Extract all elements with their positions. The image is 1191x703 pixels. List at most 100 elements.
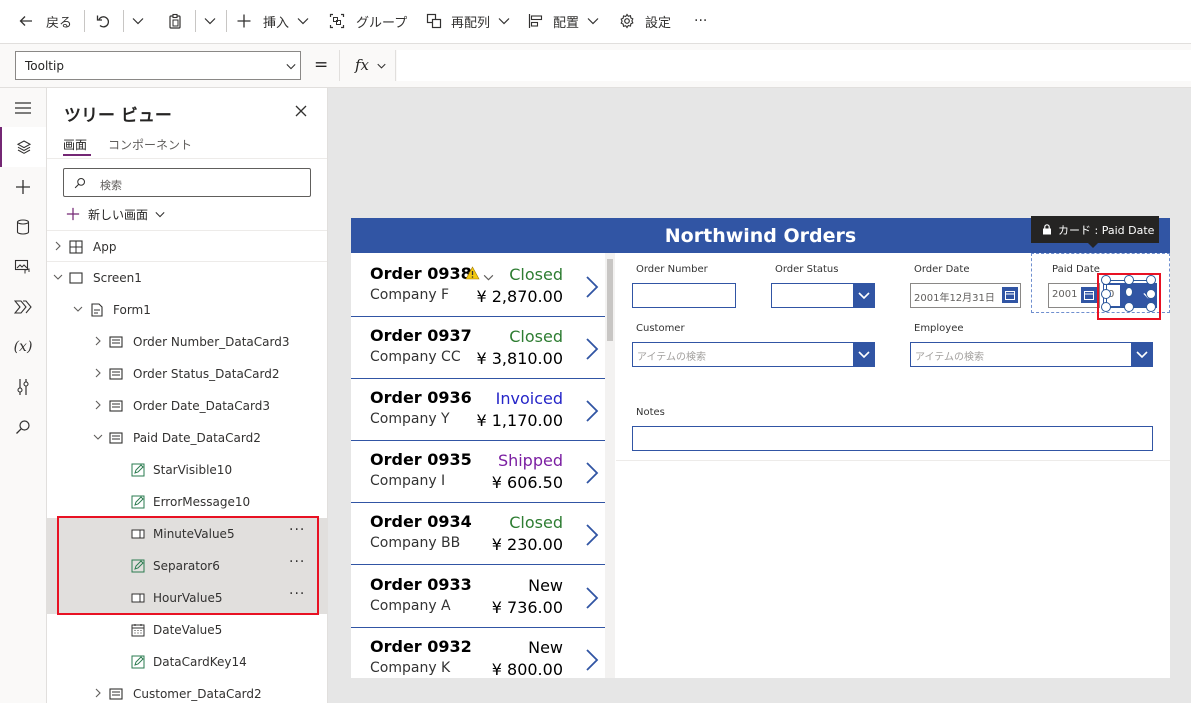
chevron-right-icon[interactable] [93, 368, 103, 378]
group-button[interactable]: グループ [329, 0, 407, 42]
property-dropdown[interactable]: Tooltip [15, 51, 301, 80]
tree-item-label: StarVisible10 [153, 463, 233, 477]
advanced-tools-rail-button[interactable] [0, 367, 46, 407]
chevron-down-icon [498, 18, 510, 25]
left-rail: (x) [0, 88, 47, 703]
tree-item-datacardkey[interactable]: DataCardKey14 [47, 646, 327, 678]
calendar-button[interactable] [1081, 287, 1097, 303]
tree-item-screen1[interactable]: Screen1 [47, 262, 327, 294]
chevron-down-icon[interactable] [93, 432, 103, 442]
order-gallery-item[interactable]: Order 0936 Company Y Invoiced ¥ 1,170.00 [351, 379, 605, 441]
scrollbar-thumb[interactable] [607, 259, 613, 341]
tree-item-paid-date-datacard[interactable]: Paid Date_DataCard2 [47, 422, 327, 454]
back-button[interactable]: 戻る [18, 0, 72, 42]
tree-item-form1[interactable]: Form1 [47, 294, 327, 326]
paste-button[interactable] [167, 0, 183, 42]
chevron-right-icon[interactable] [585, 461, 599, 485]
close-icon[interactable] [295, 105, 307, 117]
fx-button[interactable]: fx [339, 50, 396, 81]
order-number-label: Order Number [636, 264, 708, 275]
order-status: Closed [509, 265, 563, 284]
order-status: Closed [509, 327, 563, 346]
data-rail-button[interactable] [0, 207, 46, 247]
order-gallery-item[interactable]: Order 0938 Company F Closed ¥ 2,870.00 [351, 255, 605, 317]
power-automate-rail-button[interactable] [0, 287, 46, 327]
order-date-picker[interactable]: 2001年12月31日 [910, 283, 1021, 308]
more-commands-button[interactable]: ··· [694, 0, 707, 42]
dropdown-button[interactable] [853, 284, 874, 307]
warning-icon[interactable] [465, 266, 480, 280]
selection-highlight-box [1097, 273, 1161, 320]
calendar-button[interactable] [1002, 287, 1018, 303]
new-screen-button[interactable]: 新しい画面 [66, 205, 165, 223]
order-number: Order 0936 [370, 388, 472, 407]
order-amount: ¥ 3,810.00 [476, 349, 563, 368]
selection-tooltip: カード : Paid Date [1031, 216, 1159, 243]
order-status-dropdown[interactable] [771, 283, 875, 308]
reorder-button[interactable]: 再配列 [426, 0, 510, 42]
dropdown-button[interactable] [1131, 343, 1152, 366]
chevron-right-icon[interactable] [585, 523, 599, 547]
order-gallery-item[interactable]: Order 0935 Company I Shipped ¥ 606.50 [351, 441, 605, 503]
tree-item-datevalue[interactable]: DateValue5 [47, 614, 327, 646]
chevron-down-icon [132, 18, 144, 25]
chevron-right-icon[interactable] [585, 399, 599, 423]
search-rail-button[interactable] [0, 407, 46, 447]
chevron-down-icon[interactable] [483, 270, 494, 285]
tree-item-datacard[interactable]: Customer_DataCard2 [47, 678, 327, 703]
chevron-right-icon[interactable] [93, 400, 103, 410]
chevron-right-icon[interactable] [585, 586, 599, 610]
tree-item-starvisible[interactable]: StarVisible10 [47, 454, 327, 486]
notes-input[interactable] [632, 426, 1153, 451]
insert-rail-button[interactable] [0, 167, 46, 207]
variables-rail-button[interactable]: (x) [0, 327, 46, 367]
gallery-scrollbar[interactable] [605, 253, 615, 678]
media-rail-button[interactable] [0, 247, 46, 287]
insert-button[interactable]: 挿入 [236, 0, 309, 42]
chevron-right-icon[interactable] [53, 241, 63, 251]
undo-button[interactable] [95, 0, 111, 42]
tree-view-rail-button[interactable] [0, 127, 46, 167]
order-gallery-item[interactable]: Order 0933 Company A New ¥ 736.00 [351, 566, 605, 628]
tree-item-errormessage[interactable]: ErrorMessage10 [47, 486, 327, 518]
search-placeholder: 検索 [100, 179, 122, 192]
dropdown-button[interactable] [853, 343, 874, 366]
tree-item-app[interactable]: App [47, 230, 327, 262]
hamburger-menu-button[interactable] [0, 88, 46, 128]
equals-sign: = [314, 55, 329, 75]
formula-input[interactable] [397, 50, 1191, 81]
calendar-icon [131, 624, 145, 637]
tree-search-box[interactable]: 検索 [63, 168, 311, 197]
align-label: 配置 [553, 15, 580, 31]
order-gallery-item[interactable]: Order 0932 Company K New ¥ 800.00 [351, 628, 605, 679]
chevron-down-icon[interactable] [53, 272, 63, 282]
tab-components[interactable]: コンポーネント [108, 136, 192, 153]
order-gallery-item[interactable]: Order 0934 Company BB Closed ¥ 230.00 [351, 503, 605, 565]
selection-highlight-box [57, 516, 319, 615]
tree-item-datacard[interactable]: Order Number_DataCard3 [47, 326, 327, 358]
customer-combobox[interactable]: アイテムの検索 [632, 342, 875, 367]
settings-button[interactable]: 設定 [619, 0, 671, 42]
chevron-down-icon[interactable] [73, 304, 83, 314]
employee-combobox[interactable]: アイテムの検索 [910, 342, 1153, 367]
chevron-down-icon [587, 18, 599, 25]
tab-screens[interactable]: 画面 [63, 136, 87, 153]
undo-dropdown[interactable] [132, 0, 144, 42]
chevron-right-icon[interactable] [93, 336, 103, 346]
paid-date-picker[interactable]: 2001 [1048, 283, 1100, 308]
datacard-icon [109, 400, 123, 412]
tree-item-datacard[interactable]: Order Date_DataCard3 [47, 390, 327, 422]
align-button[interactable]: 配置 [528, 0, 599, 42]
order-number-input[interactable] [632, 283, 736, 308]
chevron-right-icon[interactable] [585, 648, 599, 672]
chevron-right-icon[interactable] [585, 337, 599, 361]
order-gallery-item[interactable]: Order 0937 Company CC Closed ¥ 3,810.00 [351, 317, 605, 379]
database-icon [16, 219, 30, 235]
tree-item-label: DateValue5 [153, 623, 223, 637]
order-status: New [528, 638, 563, 657]
gear-icon [620, 13, 634, 29]
chevron-right-icon[interactable] [93, 688, 103, 698]
chevron-right-icon[interactable] [585, 275, 599, 299]
tree-item-datacard[interactable]: Order Status_DataCard2 [47, 358, 327, 390]
paste-dropdown[interactable] [204, 0, 216, 42]
